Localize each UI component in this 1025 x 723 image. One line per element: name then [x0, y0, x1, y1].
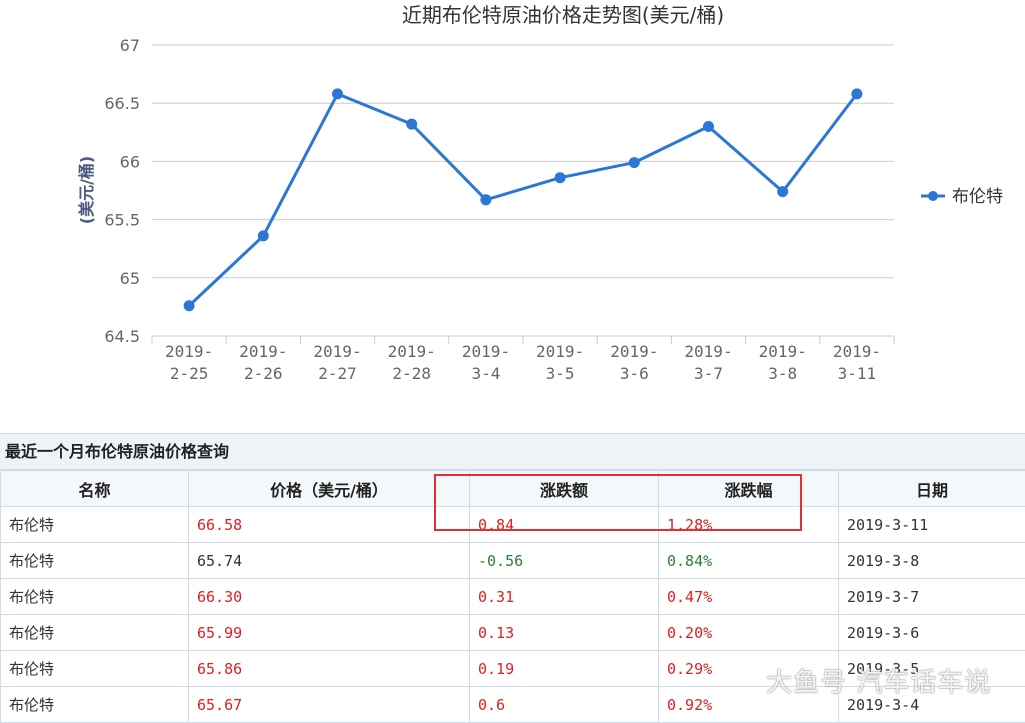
table-row: 布伦特66.300.310.47%2019-3-7 — [1, 579, 1025, 615]
cell-price: 66.30 — [189, 579, 470, 615]
x-tick-label-line: 3-11 — [838, 364, 877, 383]
cell-name: 布伦特 — [1, 579, 189, 615]
cell-date: 2019-3-6 — [839, 615, 1025, 651]
cell-date: 2019-3-8 — [839, 543, 1025, 579]
cell-price: 65.99 — [189, 615, 470, 651]
x-tick-label: 2019- 3-11 — [833, 342, 881, 383]
y-axis-ticks: 64.5 65 65.5 66 66.5 67 — [104, 36, 140, 346]
data-point[interactable] — [184, 300, 195, 311]
data-point[interactable] — [406, 119, 417, 130]
y-axis-label: (美元/桶) — [77, 156, 96, 224]
data-point[interactable] — [332, 88, 343, 99]
table-header-row: 名称 价格（美元/桶） 涨跌额 涨跌幅 日期 — [1, 471, 1025, 507]
x-tick-label: 2019- 2-27 — [313, 342, 361, 383]
cell-name: 布伦特 — [1, 687, 189, 723]
header-change: 涨跌额 — [470, 471, 659, 507]
x-tick-label-line: 3-6 — [620, 364, 649, 383]
x-tick-label-line: 2019- — [462, 342, 510, 361]
x-tick-label-line: 2019- — [684, 342, 732, 361]
cell-change: 0.84 — [470, 507, 659, 543]
x-tick-label: 2019- 2-26 — [239, 342, 287, 383]
data-point[interactable] — [629, 157, 640, 168]
cell-name: 布伦特 — [1, 615, 189, 651]
header-pct: 涨跌幅 — [659, 471, 839, 507]
x-tick-label: 2019- 2-28 — [388, 342, 436, 383]
cell-name: 布伦特 — [1, 543, 189, 579]
x-tick-label: 2019- 3-8 — [759, 342, 807, 383]
cell-pct: 1.28% — [659, 507, 839, 543]
table-title: 最近一个月布伦特原油价格查询 — [0, 433, 1025, 470]
cell-pct: 0.84% — [659, 543, 839, 579]
y-tick-label: 66.5 — [104, 94, 140, 113]
data-point[interactable] — [703, 121, 714, 132]
x-tick-label-line: 2019- — [759, 342, 807, 361]
x-tick-label-line: 2-27 — [318, 364, 357, 383]
cell-change: -0.56 — [470, 543, 659, 579]
data-point[interactable] — [777, 186, 788, 197]
x-tick-label: 2019- 2-25 — [165, 342, 213, 383]
table-row: 布伦特66.580.841.28%2019-3-11 — [1, 507, 1025, 543]
table-row: 布伦特65.990.130.20%2019-3-6 — [1, 615, 1025, 651]
x-tick-label-line: 2-28 — [392, 364, 431, 383]
x-tick-label-line: 3-4 — [471, 364, 500, 383]
table-row: 布伦特65.74-0.560.84%2019-3-8 — [1, 543, 1025, 579]
x-tick-label: 2019- 3-6 — [610, 342, 658, 383]
legend-dot-marker — [928, 191, 938, 201]
y-tick-label: 66 — [120, 152, 140, 171]
data-point[interactable] — [851, 88, 862, 99]
x-tick-label-line: 2019- — [388, 342, 436, 361]
cell-change: 0.19 — [470, 651, 659, 687]
x-tick-label-line: 2019- — [610, 342, 658, 361]
data-point[interactable] — [480, 194, 491, 205]
x-tick-label: 2019- 3-4 — [462, 342, 510, 383]
x-tick-label-line: 2019- — [833, 342, 881, 361]
data-point[interactable] — [258, 230, 269, 241]
cell-name: 布伦特 — [1, 507, 189, 543]
y-tick-label: 64.5 — [104, 327, 140, 346]
legend-label: 布伦特 — [952, 187, 1003, 207]
header-price: 价格（美元/桶） — [189, 471, 470, 507]
y-tick-label: 67 — [120, 36, 140, 55]
cell-pct: 0.47% — [659, 579, 839, 615]
cell-date: 2019-3-11 — [839, 507, 1025, 543]
x-tick-label: 2019- 3-7 — [684, 342, 732, 383]
cell-price: 65.86 — [189, 651, 470, 687]
cell-pct: 0.20% — [659, 615, 839, 651]
cell-date: 2019-3-7 — [839, 579, 1025, 615]
cell-change: 0.31 — [470, 579, 659, 615]
watermark: 大鱼号 汽车话车说 — [766, 662, 991, 699]
cell-price: 66.58 — [189, 507, 470, 543]
x-tick-label-line: 2019- — [165, 342, 213, 361]
y-tick-label: 65.5 — [104, 211, 140, 230]
cell-price: 65.74 — [189, 543, 470, 579]
x-tick-label-line: 2019- — [536, 342, 584, 361]
cell-price: 65.67 — [189, 687, 470, 723]
x-tick-label-line: 2019- — [239, 342, 287, 361]
x-tick-label-line: 2019- — [313, 342, 361, 361]
x-tick-label-line: 2-25 — [170, 364, 209, 383]
x-tick-label-line: 2-26 — [244, 364, 283, 383]
x-tick-label-line: 3-8 — [768, 364, 797, 383]
data-point[interactable] — [555, 172, 566, 183]
x-tick-label: 2019- 3-5 — [536, 342, 584, 383]
x-tick-label-line: 3-7 — [694, 364, 723, 383]
cell-change: 0.13 — [470, 615, 659, 651]
cell-name: 布伦特 — [1, 651, 189, 687]
price-line-chart: 近期布伦特原油价格走势图(美元/桶) 64.5 65 65.5 66 66.5 67 20… — [0, 0, 1025, 400]
legend[interactable]: 布伦特 — [921, 187, 1003, 207]
x-axis-ticks: 2019-2-252019-2-262019-2-272019-2-282019… — [152, 336, 894, 383]
series-line — [189, 94, 857, 306]
y-tick-label: 65 — [120, 269, 140, 288]
header-name: 名称 — [1, 471, 189, 507]
header-date: 日期 — [839, 471, 1025, 507]
chart-title: 近期布伦特原油价格走势图(美元/桶) — [402, 3, 724, 27]
cell-change: 0.6 — [470, 687, 659, 723]
x-tick-label-line: 3-5 — [546, 364, 575, 383]
